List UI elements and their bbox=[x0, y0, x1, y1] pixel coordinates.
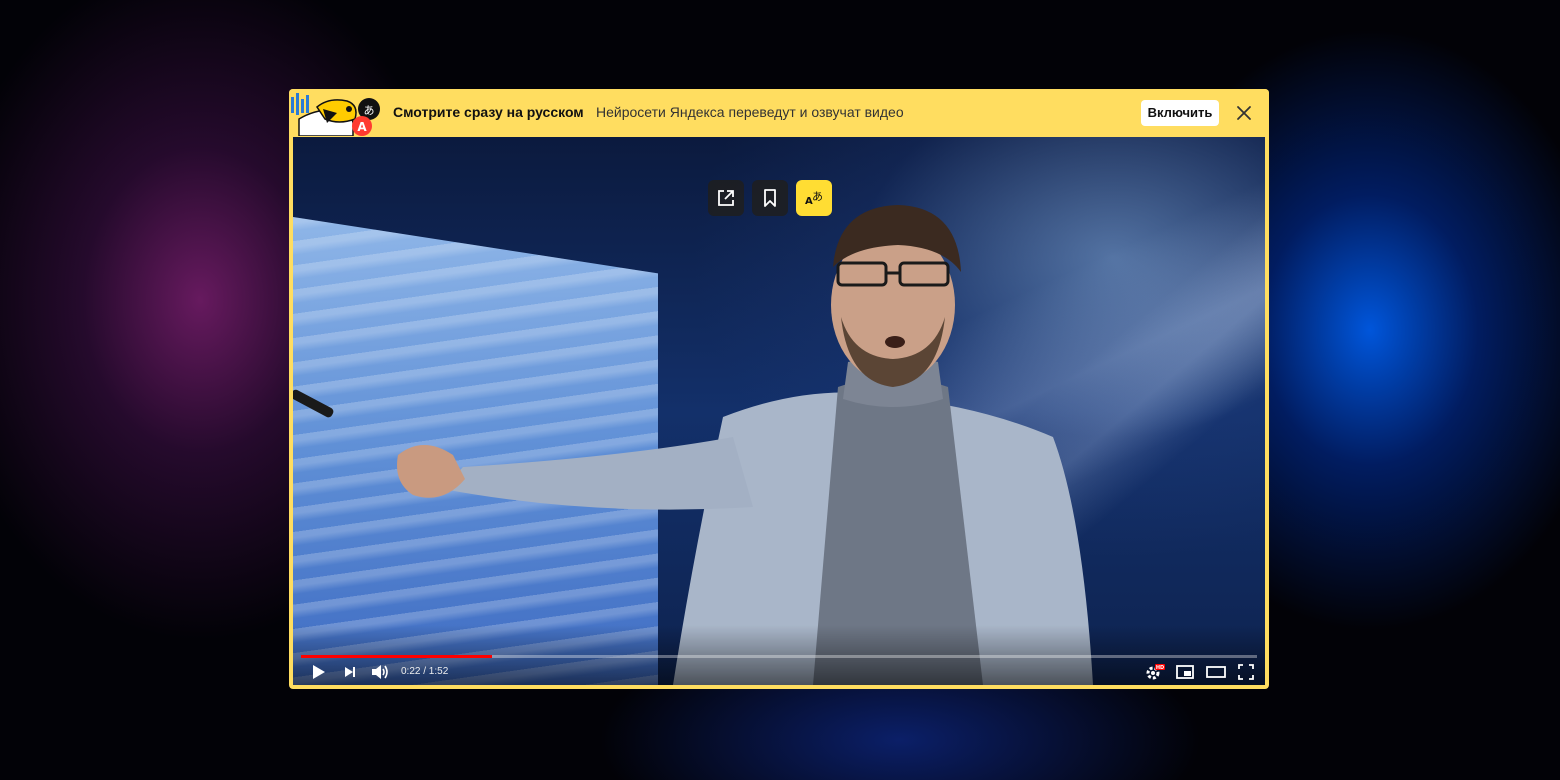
time-display: 0:22 / 1:52 bbox=[401, 666, 449, 677]
video-frame[interactable]: A あ 0:22 / 1:52 HD bbox=[293, 137, 1265, 685]
theater-mode-button[interactable] bbox=[1205, 661, 1227, 683]
svg-text:あ: あ bbox=[812, 190, 823, 203]
play-button[interactable] bbox=[307, 661, 329, 683]
theater-mode-icon bbox=[1206, 666, 1226, 678]
svg-text:A: A bbox=[357, 120, 367, 134]
enable-translation-button[interactable]: Включить bbox=[1141, 100, 1219, 126]
settings-icon: HD bbox=[1146, 664, 1165, 680]
next-button[interactable] bbox=[339, 661, 361, 683]
fullscreen-icon bbox=[1238, 664, 1254, 680]
settings-button[interactable]: HD bbox=[1143, 661, 1165, 683]
play-icon bbox=[313, 665, 325, 679]
player-window: あ A Смотрите сразу на русском Нейросети … bbox=[289, 89, 1269, 689]
volume-button[interactable] bbox=[369, 661, 391, 683]
translate-button[interactable]: A あ bbox=[796, 180, 832, 216]
next-icon bbox=[345, 667, 355, 677]
progress-bar[interactable] bbox=[301, 655, 1257, 658]
share-icon bbox=[718, 190, 734, 206]
close-icon[interactable] bbox=[1235, 104, 1253, 122]
bookmark-button[interactable] bbox=[752, 180, 788, 216]
miniplayer-icon bbox=[1176, 665, 1194, 679]
translate-banner: あ A Смотрите сразу на русском Нейросети … bbox=[289, 89, 1269, 137]
background: あ A Смотрите сразу на русском Нейросети … bbox=[0, 0, 1560, 780]
translate-icon: A あ bbox=[805, 190, 823, 207]
fullscreen-button[interactable] bbox=[1235, 661, 1257, 683]
presenter-image bbox=[293, 205, 1093, 685]
progress-played bbox=[301, 655, 493, 658]
banner-title: Смотрите сразу на русском bbox=[393, 104, 584, 120]
banner-subtitle: Нейросети Яндекса переведут и озвучат ви… bbox=[596, 104, 904, 120]
svg-text:あ: あ bbox=[364, 104, 375, 117]
miniplayer-button[interactable] bbox=[1174, 661, 1196, 683]
volume-icon bbox=[372, 665, 388, 679]
yandex-translate-mascot-icon: あ A bbox=[289, 89, 384, 137]
hd-badge: HD bbox=[1156, 665, 1164, 671]
bookmark-icon bbox=[764, 189, 776, 207]
share-button[interactable] bbox=[708, 180, 744, 216]
